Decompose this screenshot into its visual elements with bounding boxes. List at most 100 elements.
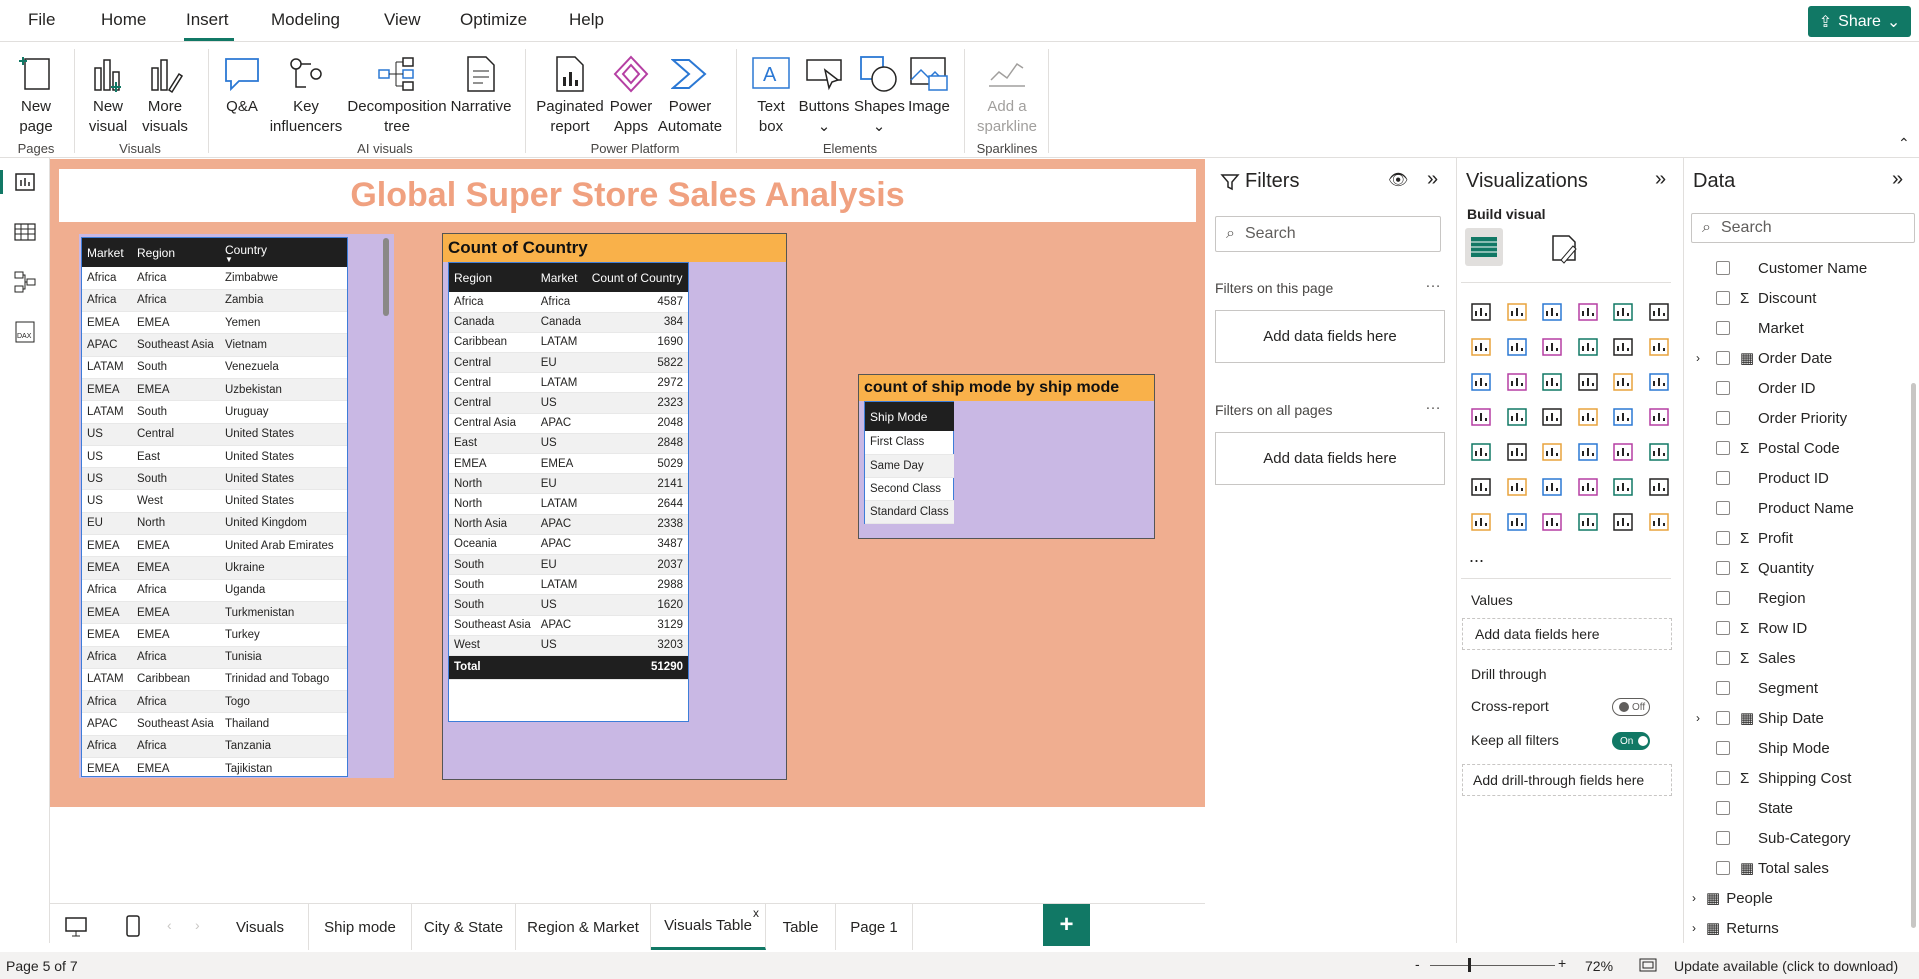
field-checkbox[interactable]: [1716, 291, 1730, 305]
field-checkbox[interactable]: [1716, 411, 1730, 425]
100-stacked-bar-chart-icon[interactable]: [1611, 300, 1635, 324]
table-row[interactable]: US East United States: [82, 445, 347, 469]
field-item[interactable]: Sub-Category: [1696, 823, 1851, 853]
column-header-count-of-country[interactable]: Count of Country: [586, 263, 688, 292]
desktop-layout-icon[interactable]: [64, 916, 88, 938]
table-row[interactable]: EMEA EMEA Uzbekistan: [82, 378, 347, 402]
arcgis-map-icon[interactable]: [1576, 510, 1600, 534]
table-row[interactable]: North EU 2141: [449, 473, 688, 495]
more-options-icon[interactable]: …: [1425, 396, 1442, 414]
more-options-icon[interactable]: …: [1425, 274, 1442, 292]
scrollbar[interactable]: [383, 238, 389, 776]
field-item[interactable]: Σ Discount: [1696, 283, 1816, 313]
column-header-market[interactable]: Market: [82, 238, 132, 267]
eye-icon[interactable]: 👁: [1388, 170, 1408, 190]
clustered-column-chart-icon[interactable]: [1576, 300, 1600, 324]
chevron-right-icon[interactable]: ›: [1696, 711, 1716, 725]
table-row[interactable]: APAC Southeast Asia Thailand: [82, 712, 347, 736]
waterfall-chart-icon[interactable]: [1505, 370, 1529, 394]
field-item[interactable]: Σ Postal Code: [1696, 433, 1840, 463]
cross-report-toggle[interactable]: Off: [1612, 698, 1650, 716]
ribbon-chart-icon[interactable]: [1469, 370, 1493, 394]
table-row[interactable]: Canada Canada 384: [449, 312, 688, 333]
matrix-icon[interactable]: [1611, 440, 1635, 464]
table-row[interactable]: US Central United States: [82, 423, 347, 446]
table-row[interactable]: LATAM South Uruguay: [82, 400, 347, 424]
table-row[interactable]: Oceania APAC 3487: [449, 534, 688, 555]
collapse-pane-icon[interactable]: »: [1427, 168, 1438, 191]
collapse-ribbon-icon[interactable]: ⌃: [1898, 135, 1910, 152]
field-checkbox[interactable]: [1716, 771, 1730, 785]
field-checkbox[interactable]: [1716, 381, 1730, 395]
table-row[interactable]: Central Asia APAC 2048: [449, 413, 688, 434]
menu-insert[interactable]: Insert: [186, 10, 229, 30]
country-table[interactable]: Market Region Country ▼ Africa Africa Zimba…: [81, 237, 348, 777]
filters-search-input[interactable]: ⌕ Search: [1215, 216, 1441, 252]
table-row[interactable]: West US 3203: [449, 635, 688, 656]
image-button[interactable]: Image: [906, 51, 952, 117]
field-item[interactable]: › ▦ Order Date: [1696, 343, 1832, 373]
table-row[interactable]: US South United States: [82, 467, 347, 491]
narrative-button[interactable]: Narrative: [450, 51, 512, 117]
field-item[interactable]: Segment: [1696, 673, 1818, 703]
line-chart-icon[interactable]: [1469, 335, 1493, 359]
close-icon[interactable]: x: [753, 906, 759, 920]
scrollbar-thumb[interactable]: [383, 238, 389, 316]
table-row[interactable]: Africa Africa Tunisia: [82, 646, 347, 669]
table-row[interactable]: Standard Class: [865, 500, 954, 524]
table-row[interactable]: EMEA EMEA United Arab Emirates: [82, 534, 347, 558]
menu-optimize[interactable]: Optimize: [460, 10, 527, 30]
format-visual-icon[interactable]: [1549, 232, 1581, 264]
table-row[interactable]: First Class: [865, 431, 954, 455]
new-page-button[interactable]: New page: [10, 51, 62, 137]
area-chart-icon[interactable]: [1505, 335, 1529, 359]
r-script-visual-icon[interactable]: [1647, 440, 1671, 464]
menu-view[interactable]: View: [384, 10, 421, 30]
metrics-visual-icon[interactable]: [1540, 510, 1564, 534]
chevron-right-icon[interactable]: ›: [1696, 351, 1716, 365]
table-row[interactable]: Caribbean LATAM 1690: [449, 332, 688, 354]
treemap-icon[interactable]: [1469, 405, 1493, 429]
column-header-country[interactable]: Country ▼: [220, 238, 347, 267]
keep-all-filters-toggle[interactable]: On: [1612, 732, 1650, 750]
column-header-region[interactable]: Region: [132, 238, 220, 267]
dax-query-view-icon[interactable]: DAX: [13, 320, 37, 344]
scrollbar-thumb[interactable]: [1911, 383, 1916, 928]
model-view-icon[interactable]: [13, 270, 37, 294]
table-row[interactable]: LATAM Caribbean Trinidad and Tobago: [82, 668, 347, 692]
menu-help[interactable]: Help: [569, 10, 604, 30]
field-item[interactable]: Σ Sales: [1696, 643, 1796, 673]
gauge-icon[interactable]: [1611, 405, 1635, 429]
funnel-chart-icon[interactable]: [1540, 370, 1564, 394]
field-checkbox[interactable]: [1716, 531, 1730, 545]
chevron-right-icon[interactable]: ›: [1692, 891, 1706, 905]
table-row[interactable]: South LATAM 2988: [449, 574, 688, 596]
decomposition-tree-button[interactable]: Decomposition tree: [346, 51, 448, 137]
field-checkbox[interactable]: [1716, 681, 1730, 695]
table-row[interactable]: US West United States: [82, 489, 347, 513]
add-page-filter-dropzone[interactable]: Add data fields here: [1215, 310, 1445, 363]
stacked-area-chart-icon[interactable]: [1540, 335, 1564, 359]
power-automate-visual-icon[interactable]: [1505, 510, 1529, 534]
table-row[interactable]: Central US 2323: [449, 392, 688, 414]
text-box-button[interactable]: A Text box: [750, 51, 792, 137]
table-row[interactable]: Central EU 5822: [449, 352, 688, 374]
table-row[interactable]: South EU 2037: [449, 554, 688, 576]
power-apps-visual-icon[interactable]: [1469, 510, 1493, 534]
fit-to-page-icon[interactable]: [1638, 957, 1658, 973]
power-apps-button[interactable]: Power Apps: [608, 51, 654, 137]
table-row[interactable]: Africa Africa Zambia: [82, 289, 347, 313]
drill-through-dropzone[interactable]: Add drill-through fields here: [1462, 764, 1672, 796]
field-checkbox[interactable]: [1716, 801, 1730, 815]
power-automate-button[interactable]: Power Automate: [656, 51, 724, 137]
card-new-icon[interactable]: [1611, 510, 1635, 534]
table-row[interactable]: LATAM South Venezuela: [82, 356, 347, 379]
more-visuals-button[interactable]: More visuals: [134, 51, 196, 137]
column-header-region[interactable]: Region: [449, 263, 536, 292]
field-checkbox[interactable]: [1716, 321, 1730, 335]
table-row[interactable]: North LATAM 2644: [449, 493, 688, 515]
field-checkbox[interactable]: [1716, 651, 1730, 665]
stacked-column-chart-icon[interactable]: [1505, 300, 1529, 324]
azure-map-icon[interactable]: [1576, 405, 1600, 429]
field-checkbox[interactable]: [1716, 471, 1730, 485]
